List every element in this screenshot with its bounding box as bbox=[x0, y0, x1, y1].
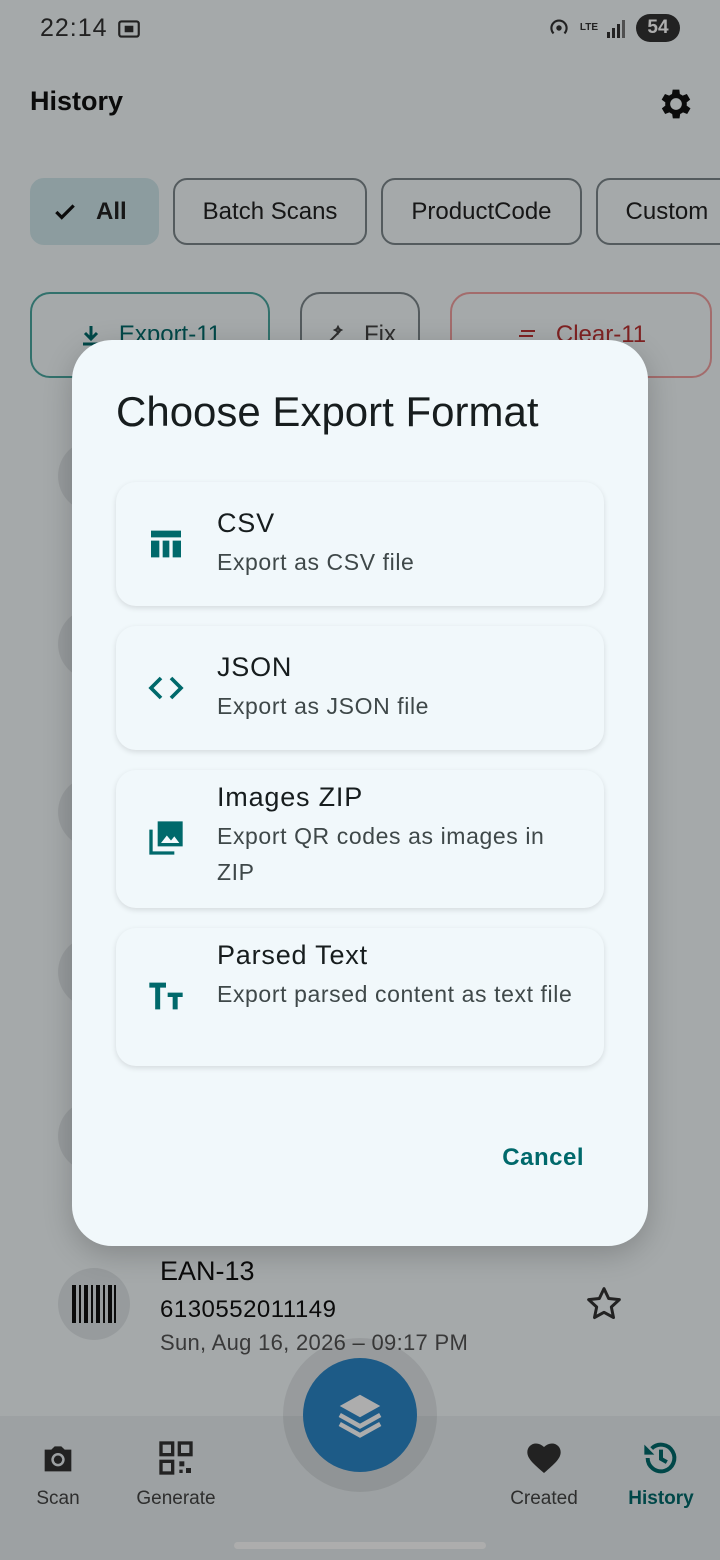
option-title: JSON bbox=[217, 652, 293, 682]
option-title: Parsed Text bbox=[217, 940, 368, 970]
export-option-json[interactable]: JSON Export as JSON file bbox=[116, 626, 604, 750]
option-description: Export parsed content as text file bbox=[217, 981, 573, 1007]
code-icon bbox=[146, 668, 186, 708]
export-format-dialog: Choose Export Format CSV Export as CSV f… bbox=[72, 340, 648, 1246]
text-fields-icon bbox=[146, 976, 186, 1016]
table-icon bbox=[146, 524, 186, 564]
option-title: CSV bbox=[217, 508, 275, 538]
export-option-images-zip[interactable]: Images ZIP Export QR codes as images in … bbox=[116, 770, 604, 908]
export-option-csv[interactable]: CSV Export as CSV file bbox=[116, 482, 604, 606]
export-option-parsed-text[interactable]: Parsed Text Export parsed content as tex… bbox=[116, 928, 604, 1066]
option-description: Export QR codes as images in ZIP bbox=[217, 823, 545, 885]
cancel-button[interactable]: Cancel bbox=[502, 1144, 584, 1172]
option-title: Images ZIP bbox=[217, 782, 364, 812]
option-description: Export as JSON file bbox=[217, 693, 430, 719]
dialog-title: Choose Export Format bbox=[116, 388, 539, 435]
images-icon bbox=[146, 818, 186, 858]
option-description: Export as CSV file bbox=[217, 549, 415, 575]
